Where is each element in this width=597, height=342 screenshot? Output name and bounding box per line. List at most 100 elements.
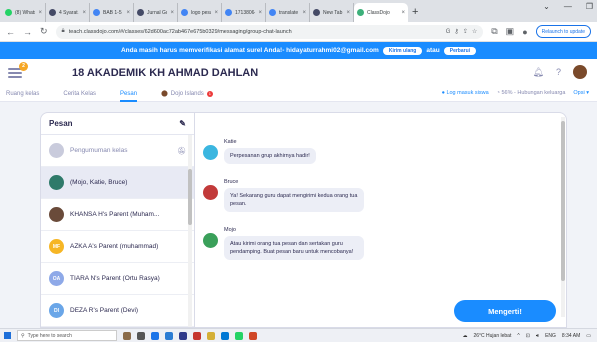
browser-tab[interactable]: 4 Syarat A×: [46, 3, 90, 22]
message: Bruce Ya! Sekarang guru dapat mengirimi k…: [203, 179, 364, 212]
chat-avatar: [49, 143, 64, 158]
restore-icon[interactable]: ❐: [586, 2, 593, 11]
store-icon[interactable]: [179, 331, 187, 340]
chevron-down-icon[interactable]: ⌄: [543, 2, 550, 11]
resend-button[interactable]: Kirim ulang: [382, 46, 423, 55]
tab-close-icon[interactable]: ×: [38, 10, 42, 16]
chat-item[interactable]: (Mojo, Katie, Bruce): [41, 167, 194, 199]
powerpoint-icon[interactable]: [249, 331, 257, 340]
chat-list-scroll-thumb[interactable]: [188, 169, 192, 225]
minimize-icon[interactable]: —: [564, 2, 572, 11]
windows-start-icon[interactable]: [4, 332, 11, 339]
taskbar-search[interactable]: ⚲ Type here to search: [17, 330, 117, 341]
browser-tab[interactable]: 17138064 ×: [222, 3, 266, 22]
message-avatar: [203, 185, 218, 200]
tab-close-icon[interactable]: ×: [170, 10, 174, 16]
student-login-link[interactable]: ● Log masuk siswa: [442, 90, 489, 96]
whatsapp-icon[interactable]: [235, 331, 243, 340]
volume-icon[interactable]: 🔊︎: [536, 333, 539, 339]
got-it-button[interactable]: Mengerti!: [454, 300, 556, 322]
tab-favicon-icon: [225, 9, 232, 16]
chat-item[interactable]: DI DEZA R's Parent (Devi): [41, 295, 194, 327]
browser-tab[interactable]: BAB 1-5 Jur×: [90, 3, 134, 22]
extensions-icon[interactable]: ⧉: [491, 26, 497, 37]
message-bubble: Atau kirimi orang tua pesan dan sertakan…: [224, 236, 364, 260]
subnav-tab-1[interactable]: Cerita Kelas: [63, 86, 96, 102]
mute-icon[interactable]: 🔕︎: [177, 147, 186, 155]
tab-close-icon[interactable]: ×: [258, 10, 262, 16]
weather-text[interactable]: 26°C Hujan lebat: [473, 333, 511, 339]
change-email-button[interactable]: Perbarui: [443, 46, 477, 55]
chat-avatar: DI: [49, 303, 64, 318]
key-icon[interactable]: ⚷: [454, 28, 458, 35]
browser-tab[interactable]: ClassDojo ×: [354, 3, 408, 22]
bell-icon[interactable]: 🔔︎: [533, 67, 544, 78]
reload-icon[interactable]: ↻: [40, 26, 48, 37]
subnav-tab-2[interactable]: Pesan: [120, 86, 138, 102]
language-indicator[interactable]: ENG: [545, 333, 556, 339]
browser-tab[interactable]: translate ×: [266, 3, 310, 22]
chat-item[interactable]: KHANSA H's Parent (Muham...: [41, 199, 194, 231]
word-icon[interactable]: [165, 331, 173, 340]
tab-close-icon[interactable]: ×: [82, 10, 86, 16]
chat-name: Pengumuman kelas: [70, 147, 128, 154]
help-icon[interactable]: ?: [556, 67, 561, 77]
subnav-tab-3[interactable]: ⬤ Dojo Islands 1: [161, 86, 213, 102]
message-avatar: [203, 145, 218, 160]
conversation-scrollbar[interactable]: [561, 117, 565, 317]
tab-favicon-icon: [357, 9, 364, 16]
chat-item[interactable]: Pengumuman kelas 🔕︎: [41, 135, 194, 167]
tab-close-icon[interactable]: ×: [346, 10, 350, 16]
tray-chevron-icon[interactable]: ^: [517, 333, 519, 339]
message-body: Mojo Atau kirimi orang tua pesan dan sert…: [224, 227, 364, 260]
tab-close-icon[interactable]: ×: [126, 10, 130, 16]
url-field[interactable]: 🔒︎ teach.classdojo.com/#/classes/62d600a…: [55, 24, 484, 39]
share-icon[interactable]: ⇪: [463, 28, 468, 35]
weather-icon[interactable]: ☁: [462, 333, 467, 339]
browser-tab[interactable]: New Tab ×: [310, 3, 354, 22]
browser-tab[interactable]: logo pesa ×: [178, 3, 222, 22]
network-icon[interactable]: ⊡: [526, 333, 530, 339]
tab-favicon-icon: [181, 9, 188, 16]
relaunch-button[interactable]: Relaunch to update: [535, 25, 591, 38]
menu-icon[interactable]: 2: [8, 61, 28, 78]
chrome-icon[interactable]: [151, 331, 159, 340]
lock-icon[interactable]: 🔒︎: [62, 28, 65, 35]
verify-email-banner: Anda masih harus memverifikasi alamat su…: [0, 42, 597, 59]
mail-icon[interactable]: [193, 331, 201, 340]
notifications-icon[interactable]: ▭: [586, 333, 591, 339]
star-icon[interactable]: ☆: [472, 28, 477, 35]
tab-close-icon[interactable]: ×: [401, 10, 405, 16]
url-text: teach.classdojo.com/#/classes/62d600ac72…: [68, 28, 292, 35]
tab-close-icon[interactable]: ×: [214, 10, 218, 16]
compose-icon[interactable]: ✎: [179, 119, 186, 128]
banner-text: Anda masih harus memverifikasi alamat su…: [120, 47, 379, 54]
chat-name: KHANSA H's Parent (Muham...: [70, 211, 160, 218]
clock[interactable]: 8:34 AM: [562, 333, 580, 339]
profile-icon[interactable]: ●: [522, 27, 527, 37]
subnav-tab-label: Pesan: [120, 90, 138, 97]
subnav-badge: 1: [206, 90, 213, 97]
conversation-scroll-thumb[interactable]: [561, 121, 565, 281]
browser-tab[interactable]: (8) WhatsA×: [2, 3, 46, 22]
chat-item[interactable]: OA TIARA N's Parent (Ortu Rasya): [41, 263, 194, 295]
folder-icon[interactable]: [207, 331, 215, 340]
new-tab-button[interactable]: +: [412, 3, 418, 22]
forward-arrow-icon[interactable]: →: [23, 27, 32, 37]
options-menu[interactable]: Opsi ▾: [573, 90, 589, 96]
google-icon[interactable]: G: [446, 29, 451, 35]
chat-list: Pengumuman kelas 🔕︎ (Mojo, Katie, Bruce) KH…: [41, 135, 194, 327]
window-controls: ⌄ — ❐: [543, 2, 593, 11]
task-view-icon[interactable]: [137, 331, 145, 340]
family-connections[interactable]: ◔ 56% - Hubungan keluarga: [497, 90, 566, 96]
taskbar-app-icon[interactable]: [123, 331, 131, 340]
back-arrow-icon[interactable]: ←: [6, 27, 15, 37]
edge-icon[interactable]: [221, 331, 229, 340]
chat-list-scrollbar[interactable]: [188, 135, 192, 327]
split-screen-icon[interactable]: ▣: [506, 26, 515, 37]
user-avatar[interactable]: [573, 65, 587, 79]
chat-item[interactable]: MF AZKA A's Parent (muhammad): [41, 231, 194, 263]
browser-tab[interactable]: Jurnal Gur×: [134, 3, 178, 22]
subnav-tab-0[interactable]: Ruang kelas: [6, 86, 39, 102]
tab-close-icon[interactable]: ×: [302, 10, 306, 16]
